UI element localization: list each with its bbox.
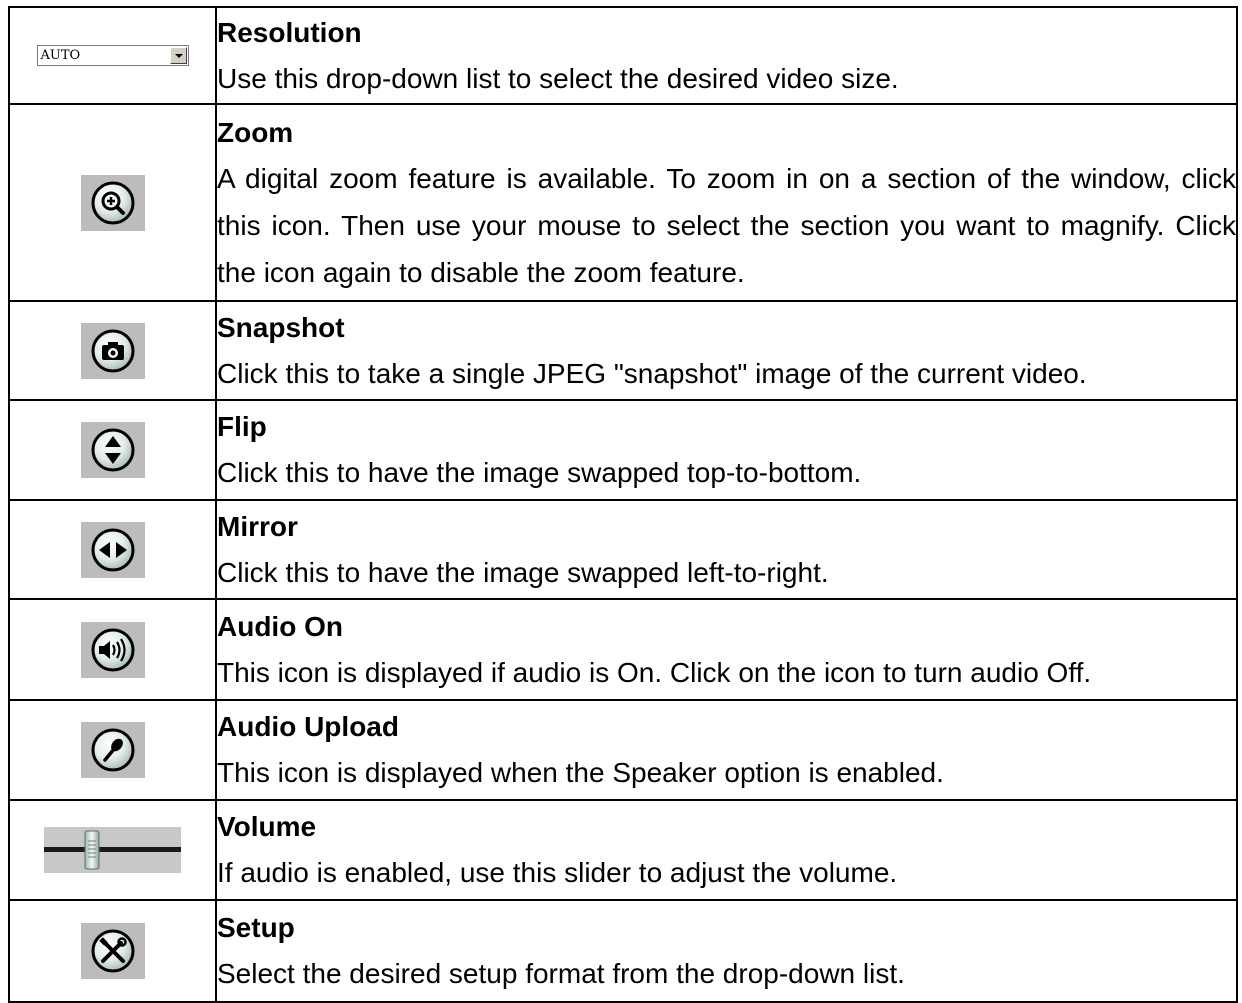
- resolution-dropdown[interactable]: AUTO: [36, 45, 189, 66]
- row-title: Flip: [217, 411, 267, 442]
- table-row: Flip Click this to have the image swappe…: [8, 399, 1238, 501]
- row-description: Click this to have the image swapped top…: [217, 457, 862, 488]
- table-row: AUTO Resolution Use this drop-down list …: [8, 6, 1238, 105]
- row-description: This icon is displayed if audio is On. C…: [217, 656, 1092, 688]
- camera-icon[interactable]: [80, 322, 145, 379]
- row-description: Select the desired setup format from the…: [217, 958, 905, 989]
- table-row: Audio Upload This icon is displayed when…: [8, 699, 1238, 801]
- speaker-icon[interactable]: [80, 621, 145, 678]
- row-title: Volume: [217, 811, 317, 842]
- table-row: Snapshot Click this to take a single JPE…: [8, 300, 1238, 401]
- row-description: This icon is displayed when the Speaker …: [217, 757, 944, 788]
- volume-slider[interactable]: [44, 827, 181, 873]
- feature-table: AUTO Resolution Use this drop-down list …: [8, 6, 1238, 1003]
- slider-thumb[interactable]: [84, 830, 100, 870]
- row-title: Setup: [217, 912, 295, 943]
- row-title: Audio Upload: [217, 711, 399, 742]
- row-description: A digital zoom feature is available. To …: [217, 162, 1236, 288]
- table-row: Mirror Click this to have the image swap…: [8, 499, 1238, 600]
- row-description: Click this to take a single JPEG "snapsh…: [217, 357, 1087, 389]
- row-description: Use this drop-down list to select the de…: [217, 62, 899, 94]
- row-title: Audio On: [217, 610, 343, 642]
- zoom-icon[interactable]: [80, 174, 145, 231]
- table-row: Setup Select the desired setup format fr…: [8, 899, 1238, 1003]
- flip-icon[interactable]: [80, 422, 145, 478]
- row-title: Snapshot: [217, 311, 345, 343]
- row-description: Click this to have the image swapped lef…: [217, 556, 829, 588]
- mirror-icon[interactable]: [80, 521, 145, 578]
- row-description: If audio is enabled, use this slider to …: [217, 857, 898, 888]
- row-title: Resolution: [217, 16, 362, 48]
- microphone-icon[interactable]: [80, 722, 145, 778]
- setup-tools-icon[interactable]: [80, 923, 145, 979]
- table-row: Zoom A digital zoom feature is available…: [8, 103, 1238, 302]
- resolution-value: AUTO: [40, 48, 81, 63]
- chevron-down-icon[interactable]: [169, 47, 187, 64]
- table-row: Volume If audio is enabled, use this sli…: [8, 799, 1238, 901]
- row-title: Mirror: [217, 510, 298, 542]
- table-row: Audio On This icon is displayed if audio…: [8, 598, 1238, 701]
- row-title: Zoom: [217, 116, 294, 148]
